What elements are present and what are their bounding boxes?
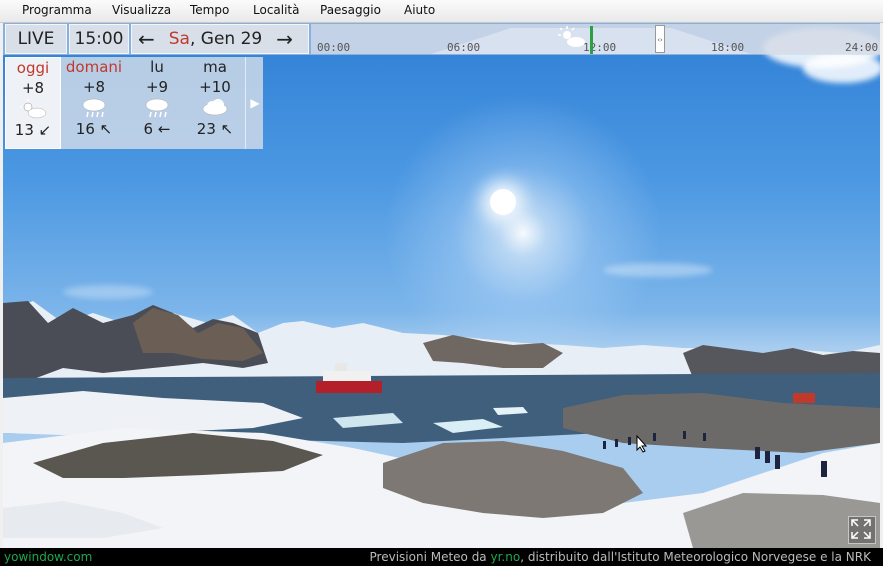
sun-cloud-icon — [6, 98, 60, 120]
cloud-icon — [187, 97, 243, 119]
sun-cloud-icon — [557, 26, 587, 52]
forecast-panel: oggi +8 13 ↙ domani +8 16 ↖ lu +9 6 ← ma — [5, 57, 263, 149]
rain-cloud-icon — [129, 97, 185, 119]
day-name: lu — [150, 58, 164, 76]
day-wind: 6 ← — [143, 120, 171, 138]
fullscreen-icon[interactable] — [848, 516, 876, 544]
menu-aiuto[interactable]: Aiuto — [404, 3, 435, 17]
menu-tempo[interactable]: Tempo — [190, 3, 229, 17]
yr-no-link[interactable]: yr.no — [491, 550, 521, 564]
day-timeline[interactable]: 00:00 06:00 12:00 18:00 24:00 ‹› — [311, 24, 880, 54]
date-navigator: ← Sa , Gen 29 → — [131, 24, 309, 54]
credits-text: Previsioni Meteo da yr.no, distribuito d… — [370, 550, 871, 564]
prev-day-arrow-icon[interactable]: ← — [138, 27, 155, 51]
day-temp: +9 — [145, 78, 169, 96]
day-temp: +10 — [199, 78, 231, 96]
forecast-day-ma[interactable]: ma +10 23 ↖ — [187, 57, 243, 149]
credits-suffix: , distribuito dall'Istituto Meteorologic… — [520, 550, 871, 564]
day-wind: 13 ↙ — [14, 121, 52, 139]
status-bar: yowindow.com Previsioni Meteo da yr.no, … — [0, 548, 883, 566]
timeline-label-2400: 24:00 — [845, 41, 879, 54]
timeline-label-0000: 00:00 — [317, 41, 351, 54]
menu-localita[interactable]: Località — [253, 3, 300, 17]
current-time-marker — [590, 26, 593, 54]
date-text: , Gen 29 — [189, 29, 263, 49]
forecast-day-oggi[interactable]: oggi +8 13 ↙ — [5, 57, 61, 149]
date-weekday: Sa — [168, 29, 190, 49]
day-temp: +8 — [82, 78, 106, 96]
next-day-arrow-icon[interactable]: → — [276, 27, 293, 51]
forecast-next-arrow-icon[interactable]: ▶ — [245, 57, 264, 149]
day-wind: 23 ↖ — [196, 120, 234, 138]
timeline-scrubber-handle[interactable]: ‹› — [655, 25, 665, 53]
menu-bar: Programma Visualizza Tempo Località Paes… — [0, 0, 883, 23]
menu-paesaggio[interactable]: Paesaggio — [320, 3, 381, 17]
live-button[interactable]: LIVE — [5, 24, 67, 54]
mouse-cursor-icon — [636, 435, 648, 453]
day-temp: +8 — [21, 79, 45, 97]
menu-programma[interactable]: Programma — [22, 3, 92, 17]
time-display[interactable]: 15:00 — [69, 24, 129, 54]
day-name: ma — [203, 58, 227, 76]
menu-visualizza[interactable]: Visualizza — [112, 3, 171, 17]
day-name: domani — [65, 58, 123, 76]
forecast-day-domani[interactable]: domani +8 16 ↖ — [63, 57, 125, 149]
weather-scene: LIVE 15:00 ← Sa , Gen 29 → 00:00 06:00 1… — [3, 23, 880, 548]
timeline-label-1800: 18:00 — [711, 41, 745, 54]
yowindow-link[interactable]: yowindow.com — [4, 550, 92, 564]
rain-cloud-icon — [63, 97, 125, 119]
forecast-day-lu[interactable]: lu +9 6 ← — [129, 57, 185, 149]
timeline-label-1200: 12:00 — [583, 41, 617, 54]
credits-prefix: Previsioni Meteo da — [369, 550, 487, 564]
day-wind: 16 ↖ — [75, 120, 113, 138]
day-name: oggi — [16, 59, 50, 77]
timeline-label-0600: 06:00 — [447, 41, 481, 54]
